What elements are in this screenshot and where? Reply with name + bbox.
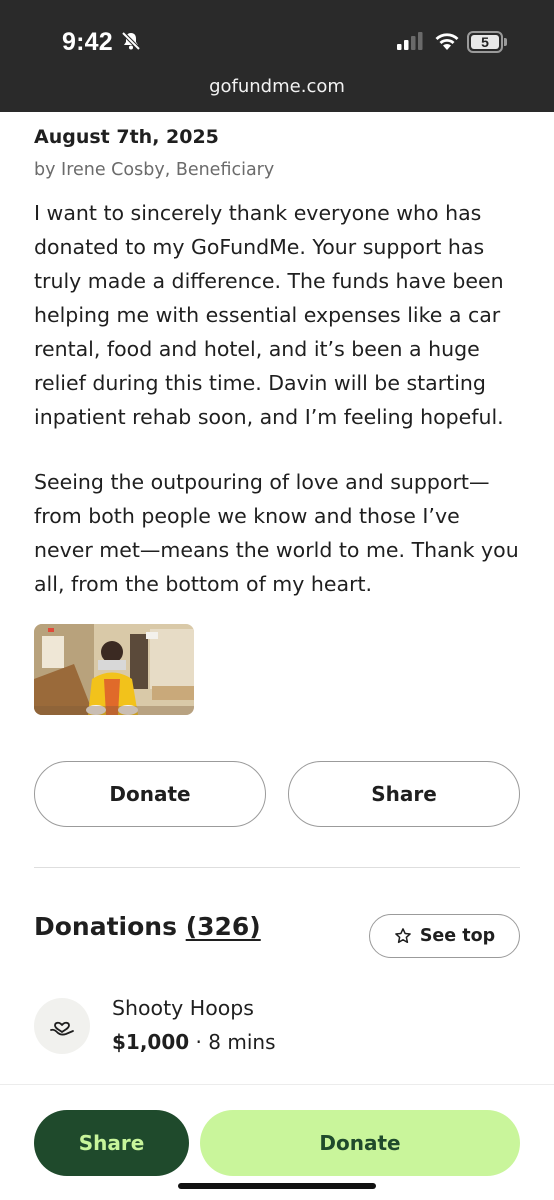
wifi-icon [435,33,459,50]
donate-button[interactable]: Donate [34,761,266,827]
bottom-share-button[interactable]: Share [34,1110,189,1176]
update-paragraph: Seeing the outpouring of love and suppor… [34,470,519,596]
update-byline: by Irene Cosby, Beneficiary [34,160,275,180]
bottom-donate-button[interactable]: Donate [200,1110,520,1176]
heart-hand-icon [50,1021,74,1036]
see-top-button[interactable]: See top [369,914,520,958]
donations-count-link[interactable]: (326) [186,912,261,941]
url-bar[interactable]: gofundme.com [0,76,554,97]
star-icon [394,928,411,944]
battery-icon: 5 [467,31,507,53]
donor-time: 8 mins [208,1030,276,1054]
donor-name: Shooty Hoops [112,996,254,1020]
cellular-signal-icon [397,32,423,50]
status-time: 9:42 [62,28,113,56]
battery-level: 5 [481,34,489,50]
update-photo[interactable] [34,624,194,715]
donor-separator: · [189,1030,209,1054]
see-top-label: See top [419,926,496,946]
donor-meta: $1,000 · 8 mins [112,1030,275,1054]
donor-avatar [34,998,90,1054]
bell-slash-icon [121,31,141,51]
donor-amount: $1,000 [112,1030,190,1054]
status-bar: 9:42 5 gofundme.com [0,0,554,112]
divider [34,867,520,868]
update-photo-image [34,624,194,715]
home-indicator[interactable] [178,1183,376,1189]
donations-title: Donations [34,912,177,941]
update-paragraph: I want to sincerely thank everyone who h… [34,201,504,429]
share-button[interactable]: Share [288,761,520,827]
donations-heading: Donations (326) [34,912,261,941]
update-date: August 7th, 2025 [34,126,219,148]
